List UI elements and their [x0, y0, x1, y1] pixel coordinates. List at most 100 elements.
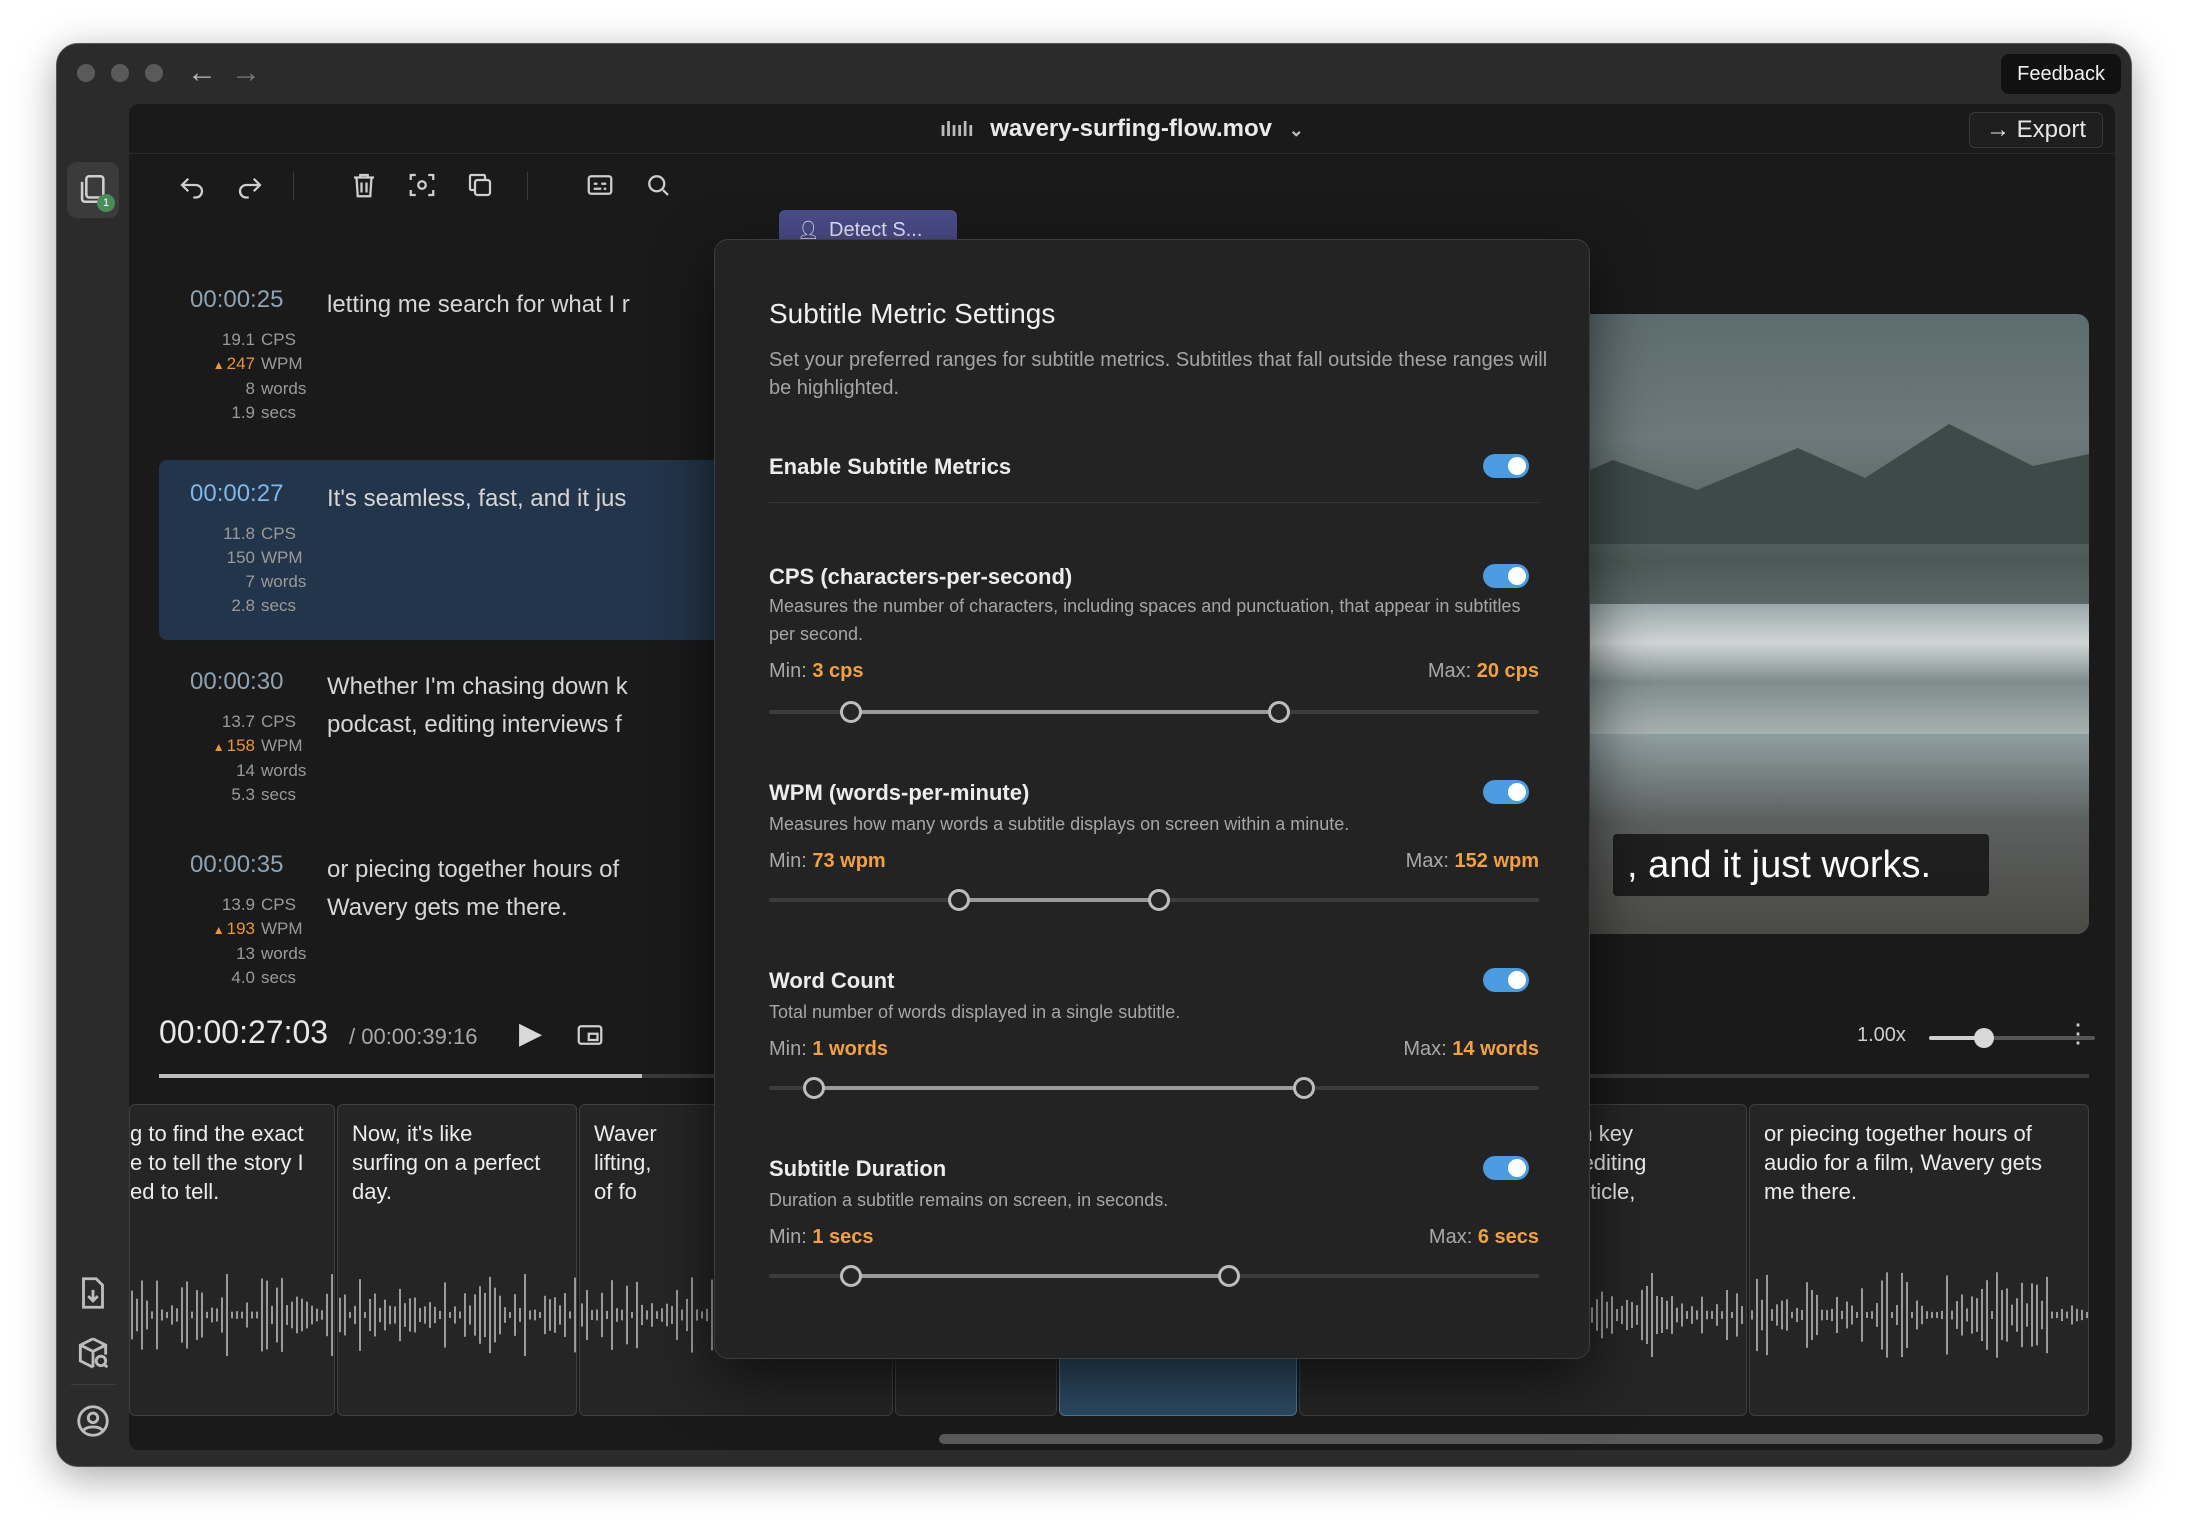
dialog-title: Subtitle Metric Settings: [769, 298, 1056, 329]
words-value: 8: [245, 379, 255, 398]
word-count-range-slider[interactable]: [769, 1076, 1539, 1100]
subtitle-row[interactable]: 00:00:30 Whether I'm chasing down k podc…: [159, 654, 719, 834]
wpm-max-value: 152 wpm: [1454, 850, 1539, 872]
left-rail: [57, 104, 129, 1466]
subtitle-row[interactable]: 00:00:25 letting me search for what I r …: [159, 272, 719, 452]
subtitle-timestamp[interactable]: 00:00:35: [190, 851, 283, 879]
subtitle-line: or piecing together hours of: [327, 856, 620, 883]
subtitle-row[interactable]: 00:00:35 or piecing together hours of Wa…: [159, 837, 719, 1017]
file-name: wavery-surfing-flow.mov: [990, 115, 1273, 142]
secs-value: 4.0: [231, 968, 255, 987]
progress-fill: [159, 1074, 642, 1078]
subtitle-metrics: 13.7 CPS ▲ 158 WPM 14 words 5.3 secs: [189, 710, 309, 807]
word-count-toggle[interactable]: [1483, 968, 1529, 992]
slider-min-handle[interactable]: [948, 889, 971, 911]
slider-min-handle[interactable]: [839, 701, 862, 723]
subtitle-text[interactable]: Whether I'm chasing down k podcast, edit…: [327, 668, 727, 744]
timeline-scrollbar[interactable]: [939, 1434, 2103, 1444]
rail-divider: [71, 1384, 115, 1385]
copy-icon[interactable]: [465, 170, 495, 200]
timeline-clip[interactable]: or piecing together hours of audio for a…: [1749, 1104, 2089, 1416]
words-unit: words: [261, 944, 307, 963]
subtitle-metrics: 19.1 CPS ▲ 247 WPM 8 words 1.9 secs: [189, 328, 309, 425]
picture-in-picture-icon[interactable]: [575, 1020, 605, 1050]
timeline-clip[interactable]: Now, it's like surfing on a perfect day.: [337, 1104, 577, 1416]
zoom-window-button[interactable]: [145, 64, 163, 82]
search-icon[interactable]: [643, 170, 673, 200]
slider-max-handle[interactable]: [1217, 1265, 1240, 1287]
clip-text: Now, it's like surfing on a perfect day.: [352, 1121, 541, 1204]
warning-icon: ▲: [212, 358, 225, 372]
word-count-description: Total number of words displayed in a sin…: [769, 1002, 1181, 1022]
words-unit: words: [261, 761, 307, 780]
cps-value: 13.9: [221, 895, 255, 914]
trash-icon[interactable]: [349, 170, 379, 200]
subtitle-row-active[interactable]: 00:00:27 It's seamless, fast, and it jus…: [159, 460, 719, 640]
audio-wave-icon: ılıılı: [940, 119, 974, 141]
title-bar: ← → Feedback: [57, 44, 2131, 104]
captions-icon[interactable]: [585, 170, 615, 200]
subtitle-timestamp[interactable]: 00:00:25: [190, 286, 283, 314]
subtitle-timestamp[interactable]: 00:00:27: [190, 480, 283, 508]
subtitle-text[interactable]: or piecing together hours of Wavery gets…: [327, 851, 727, 927]
slider-max-handle[interactable]: [1147, 889, 1170, 911]
clip-text: g to find the exact e to tell the story …: [130, 1121, 304, 1204]
playback-speed[interactable]: 1.00x: [1857, 1024, 1906, 1047]
slider-fill: [850, 710, 1279, 714]
wpm-range-labels: Min: 73 wpm Max: 152 wpm: [769, 850, 1539, 873]
close-window-button[interactable]: [77, 64, 95, 82]
slider-fill: [813, 1086, 1305, 1090]
projects-count-badge: 1: [97, 194, 115, 212]
export-label: Export: [2016, 116, 2086, 143]
forward-arrow-icon[interactable]: →: [231, 56, 261, 90]
more-options-icon[interactable]: ⋮: [2065, 1018, 2091, 1049]
undo-icon[interactable]: [177, 170, 207, 200]
cps-title: CPS (characters-per-second): [769, 564, 1073, 589]
minimize-window-button[interactable]: [111, 64, 129, 82]
cps-unit: CPS: [261, 330, 296, 349]
min-label: Min:: [769, 1226, 807, 1248]
current-time: 00:00:27:03: [159, 1014, 329, 1050]
subtitle-text[interactable]: It's seamless, fast, and it jus: [327, 480, 727, 518]
package-search-icon[interactable]: [74, 1334, 112, 1372]
wpm-value: 158: [226, 736, 255, 755]
feedback-button[interactable]: Feedback: [2001, 54, 2121, 94]
play-icon[interactable]: ▶: [519, 1016, 542, 1051]
min-label: Min:: [769, 1038, 807, 1060]
cps-toggle[interactable]: [1483, 564, 1529, 588]
enable-metrics-label: Enable Subtitle Metrics: [769, 454, 1012, 479]
waveform: [339, 1273, 576, 1357]
back-arrow-icon[interactable]: ←: [187, 56, 217, 90]
wpm-unit: WPM: [261, 736, 303, 755]
slider-min-handle[interactable]: [839, 1265, 862, 1287]
slider-max-handle[interactable]: [1293, 1077, 1316, 1099]
slider-max-handle[interactable]: [1267, 701, 1290, 723]
scan-icon[interactable]: [407, 170, 437, 200]
subtitle-timestamp[interactable]: 00:00:30: [190, 668, 283, 696]
account-icon[interactable]: [74, 1402, 112, 1440]
total-time: / 00:00:39:16: [349, 1024, 478, 1049]
words-value: 14: [236, 761, 255, 780]
warning-icon: ▲: [212, 740, 225, 754]
import-file-icon[interactable]: [74, 1274, 112, 1312]
enable-metrics-toggle[interactable]: [1483, 454, 1529, 478]
secs-unit: secs: [261, 785, 296, 804]
waveform: [1751, 1272, 2088, 1358]
max-label: Max:: [1403, 1038, 1447, 1060]
speed-slider-knob[interactable]: [1973, 1028, 1994, 1048]
waveform: [131, 1273, 333, 1357]
wpm-toggle[interactable]: [1483, 780, 1529, 804]
toolbar-separator: [527, 172, 528, 200]
slider-min-handle[interactable]: [802, 1077, 825, 1099]
subtitle-text[interactable]: letting me search for what I r: [327, 286, 727, 324]
duration-toggle[interactable]: [1483, 1156, 1529, 1180]
cps-min-value: 3 cps: [812, 660, 864, 682]
cps-range-slider[interactable]: [769, 700, 1539, 724]
timeline-clip[interactable]: g to find the exact e to tell the story …: [129, 1104, 335, 1416]
export-button[interactable]: → Export: [1968, 112, 2103, 148]
wpm-range-slider[interactable]: [769, 888, 1539, 912]
file-title-bar[interactable]: ılıılı wavery-surfing-flow.mov ⌄: [129, 104, 2115, 154]
redo-icon[interactable]: [235, 170, 265, 200]
subtitle-line: Wavery gets me there.: [327, 894, 568, 921]
duration-range-slider[interactable]: [769, 1264, 1539, 1288]
